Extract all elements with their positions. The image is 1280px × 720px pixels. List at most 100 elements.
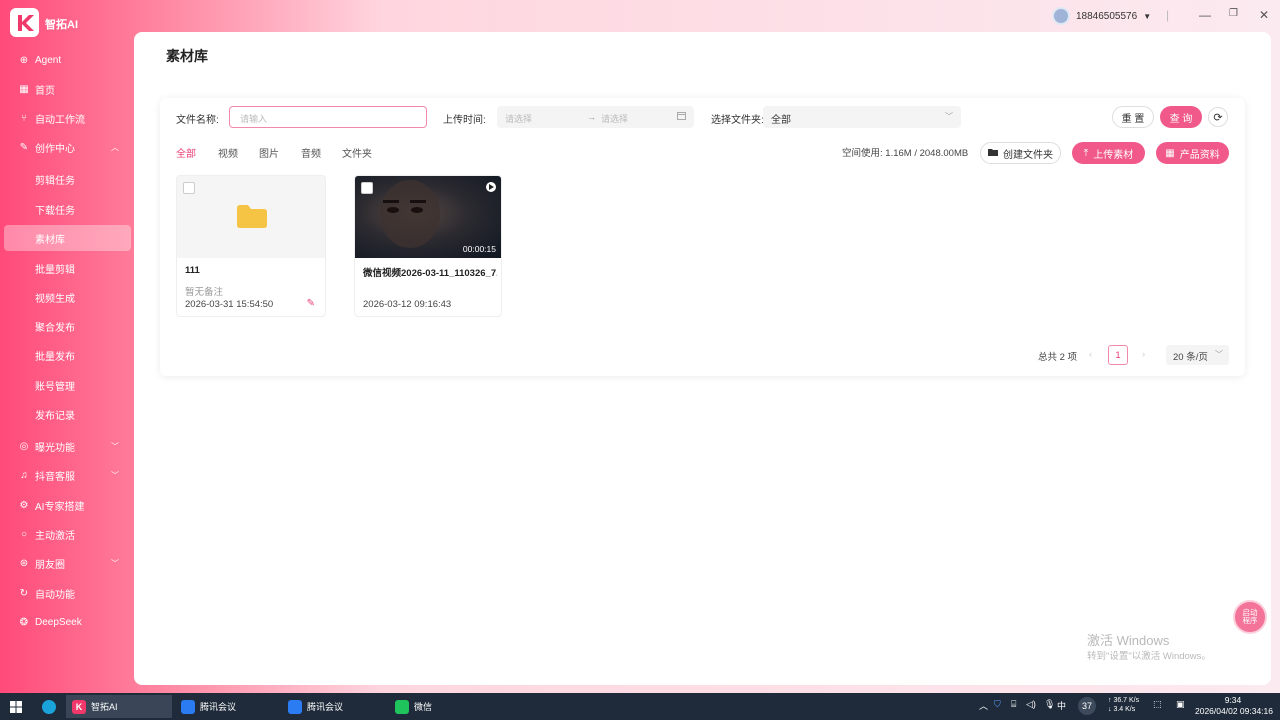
sidebar-item-agent[interactable]: ⊕ Agent [4, 47, 131, 73]
tab-image[interactable]: 图片 [259, 145, 279, 160]
tab-folder[interactable]: 文件夹 [342, 145, 372, 160]
page-size-select[interactable]: 20 条/页 ﹀ [1166, 345, 1229, 365]
search-button[interactable]: 查 询 [1160, 106, 1202, 128]
sidebar-item-active-activation[interactable]: ○ 主动激活 [4, 521, 131, 547]
tray-chevron-icon[interactable]: ︿ [979, 699, 988, 712]
clock-datetime: 2026/04/02 09:34:16 [1195, 706, 1273, 716]
date-end[interactable]: 请选择 [601, 112, 628, 125]
play-icon[interactable] [486, 182, 496, 192]
sidebar: ⊕ Agent ▦ 首页 ⑂ 自动工作流 ✎ 创作中心 ︿ 剪辑任务 下载任务 素材库 批… [0, 46, 134, 686]
sidebar-item-video-generation[interactable]: 视频生成 [4, 284, 131, 310]
sidebar-item-publish-records[interactable]: 发布记录 [4, 401, 131, 427]
notification-icon[interactable]: ▣ [1176, 699, 1185, 710]
video-duration: 00:00:15 [462, 244, 496, 254]
sidebar-item-deepseek[interactable]: ❂ DeepSeek [4, 609, 131, 635]
sidebar-item-auto-functions[interactable]: ↻ 自动功能 [4, 580, 131, 606]
folder-label: 选择文件夹: [711, 115, 764, 126]
folder-thumbnail [177, 176, 325, 258]
sidebar-item-edit-tasks[interactable]: 剪辑任务 [4, 166, 131, 192]
tab-video[interactable]: 视频 [218, 145, 238, 160]
space-usage-value: 1.16M / 2048.00MB [885, 148, 969, 159]
select-checkbox[interactable] [183, 182, 195, 194]
shield-icon[interactable]: ⛉ [994, 699, 1001, 710]
sidebar-item-label: 自动功能 [35, 589, 75, 601]
system-clock[interactable]: 9:34 2026/04/02 09:34:16 [1193, 695, 1273, 717]
tile-date: 2026-03-31 15:54:50 [185, 299, 274, 310]
close-button[interactable]: ✕ [1259, 8, 1269, 22]
taskbar-item-meeting-2[interactable]: 腾讯会议 [282, 695, 388, 718]
start-button[interactable] [4, 695, 22, 718]
caret-down-icon: ▼ [1143, 11, 1152, 21]
microphone-icon[interactable]: 🎙︎ [1044, 699, 1055, 710]
sidebar-item-label: 批量发布 [35, 351, 75, 363]
sidebar-item-aggregate-publish[interactable]: 聚合发布 [4, 313, 131, 339]
sidebar-item-label: 自动工作流 [35, 114, 85, 126]
sidebar-item-label: AI专家搭建 [35, 501, 85, 513]
sidebar-item-ai-expert[interactable]: ⚙ AI专家搭建 [4, 492, 131, 518]
reset-button[interactable]: 重 置 [1112, 106, 1154, 128]
folder-open-icon [988, 148, 998, 159]
minimize-button[interactable]: — [1199, 8, 1211, 22]
sidebar-item-label: 素材库 [35, 234, 65, 246]
date-start[interactable]: 请选择 [505, 112, 532, 125]
volume-icon[interactable]: ◁) [1026, 699, 1036, 710]
sidebar-item-batch-publish[interactable]: 批量发布 [4, 342, 131, 368]
activation-watermark-subtitle: 转到"设置"以激活 Windows。 [1087, 651, 1211, 662]
tencent-meeting-icon [181, 699, 195, 714]
restore-button[interactable]: ❐ [1229, 8, 1238, 19]
space-usage-label: 空间使用: [842, 148, 883, 159]
sidebar-item-material-library[interactable]: 素材库 [4, 225, 131, 251]
sidebar-item-moments[interactable]: ⊛ 朋友圈 ﹀ [4, 550, 131, 576]
page-1-button[interactable]: 1 [1108, 345, 1128, 365]
sidebar-item-label: 批量剪辑 [35, 264, 75, 276]
arrow-right-icon: → [587, 112, 596, 122]
create-folder-button[interactable]: 创建文件夹 [980, 142, 1061, 164]
sidebar-item-batch-edit[interactable]: 批量剪辑 [4, 255, 131, 281]
chevron-down-icon: ﹀ [111, 558, 119, 568]
prev-page-button[interactable]: ‹ [1089, 349, 1092, 360]
product-info-button[interactable]: ▦ 产品资料 [1156, 142, 1229, 164]
sidebar-item-account-management[interactable]: 账号管理 [4, 372, 131, 398]
net-down-speed: ↓ 3.4 K/s [1108, 706, 1136, 713]
material-card: 文件名称: 请输入 上传时间: 请选择 → 请选择 选择文件夹: 全部 ﹀ 重 … [160, 98, 1245, 376]
refresh-button[interactable]: ⟳ [1208, 107, 1228, 127]
app-logo [10, 8, 39, 37]
sidebar-item-exposure[interactable]: ◎ 曝光功能 ﹀ [4, 433, 131, 459]
chevron-down-icon: ﹀ [111, 470, 119, 480]
headset-icon: ♫ [20, 469, 28, 481]
taskbar-item-meeting-1[interactable]: 腾讯会议 [175, 695, 281, 718]
sidebar-item-douyin-service[interactable]: ♫ 抖音客服 ﹀ [4, 462, 131, 488]
tab-audio[interactable]: 音频 [301, 145, 321, 160]
total-count: 总共 2 项 [1038, 352, 1078, 363]
space-usage: 空间使用: 1.16M / 2048.00MB [842, 145, 968, 159]
screenshot-icon[interactable]: ⬚ [1153, 699, 1162, 710]
file-name-input[interactable]: 请输入 [229, 106, 427, 128]
sidebar-item-workflow[interactable]: ⑂ 自动工作流 [4, 105, 131, 131]
tab-all[interactable]: 全部 [176, 145, 196, 160]
select-checkbox[interactable] [361, 182, 373, 194]
app-icon: K [72, 699, 86, 714]
edit-icon[interactable]: ✎ [307, 298, 315, 309]
taskbar-item-wechat[interactable]: 微信 [389, 695, 495, 718]
sidebar-item-home[interactable]: ▦ 首页 [4, 76, 131, 102]
folder-select[interactable]: 全部 ﹀ [763, 106, 961, 128]
sidebar-item-download-tasks[interactable]: 下载任务 [4, 196, 131, 222]
launch-program-button[interactable]: 启动 程序 [1233, 600, 1267, 634]
video-tile[interactable]: 00:00:15 微信视频2026-03-11_110326_7... 2026… [354, 175, 502, 317]
tile-remark: 暂无备注 [185, 287, 224, 298]
folder-tile[interactable]: 111 暂无备注 2026-03-31 15:54:50 ✎ [176, 175, 326, 317]
network-icon[interactable]: ⌸ [1011, 699, 1016, 710]
next-page-button[interactable]: › [1142, 349, 1145, 360]
sidebar-item-creation-center[interactable]: ✎ 创作中心 ︿ [4, 134, 131, 160]
ime-indicator[interactable]: 中 [1057, 699, 1066, 712]
upload-button[interactable]: ⤒ 上传素材 [1072, 142, 1145, 164]
edge-button[interactable] [36, 695, 56, 718]
taskbar-item-label: 腾讯会议 [307, 702, 344, 712]
date-range-picker[interactable]: 请选择 → 请选择 [497, 106, 694, 128]
badge-counter[interactable]: 37 [1078, 697, 1096, 715]
grid-icon: ▦ [19, 83, 29, 95]
upload-label: 上传素材 [1093, 149, 1134, 161]
taskbar-item-app[interactable]: K 智拓AI [66, 695, 172, 718]
edge-icon [42, 699, 56, 714]
user-menu[interactable]: 18846505576 ▼ [1052, 7, 1151, 25]
